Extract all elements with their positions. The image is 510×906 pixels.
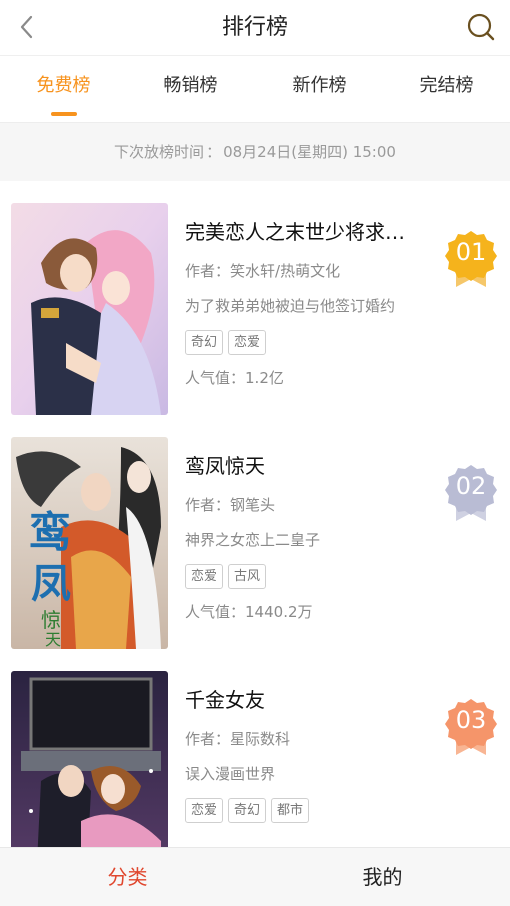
book-title: 鸾凤惊天 (185, 454, 265, 478)
rank-tabs: 免费榜 畅销榜 新作榜 完结榜 (0, 56, 510, 123)
author-label: 作者： (185, 496, 231, 514)
rank-badge: 02 (444, 463, 498, 523)
tab-completed[interactable]: 完结榜 (383, 56, 510, 122)
tab-label: 新作榜 (292, 75, 347, 96)
header-bar: 排行榜 (0, 0, 510, 56)
search-button[interactable] (466, 12, 496, 42)
book-description: 神界之女恋上二皇子 (185, 531, 321, 549)
search-icon (467, 13, 495, 41)
popularity-label: 人气值： (185, 603, 246, 621)
tag-list: 恋爱 古风 (185, 564, 425, 589)
author-name: 星际数科 (230, 730, 291, 748)
author-label: 作者： (185, 730, 231, 748)
next-update-banner: 下次放榜时间： 08月24日(星期四) 15:00 (0, 123, 510, 181)
rank-badge: 03 (444, 697, 498, 757)
popularity-label: 人气值： (185, 369, 246, 387)
book-title: 千金女友 (185, 688, 265, 712)
author-label: 作者： (185, 262, 231, 280)
tag-list: 奇幻 恋爱 (185, 330, 425, 355)
genre-tag: 古风 (228, 564, 267, 589)
svg-text:凤: 凤 (31, 560, 71, 607)
tab-label: 免费榜 (36, 75, 91, 96)
genre-tag: 奇幻 (228, 798, 267, 823)
genre-tag: 恋爱 (185, 564, 224, 589)
tab-label: 畅销榜 (163, 75, 218, 96)
book-description: 误入漫画世界 (185, 765, 276, 783)
popularity-value: 1.2亿 (245, 369, 284, 387)
popularity-line: 人气值：1440.2万 (185, 601, 415, 623)
bottom-nav: 分类 我的 (0, 847, 510, 906)
rank-badge: 01 (444, 229, 498, 289)
genre-tag: 恋爱 (228, 330, 267, 355)
svg-text:惊: 惊 (41, 608, 61, 632)
tab-bestseller[interactable]: 畅销榜 (127, 56, 254, 122)
tab-new[interactable]: 新作榜 (256, 56, 383, 122)
page-title: 排行榜 (221, 15, 288, 40)
list-item[interactable]: 鸾 凤 惊 天 鸾凤惊天 作者：钢笔头 神界之女恋上二皇子 恋爱 古风 人气值：1… (0, 416, 510, 650)
next-update-label: 下次放榜时间 (114, 143, 205, 161)
nav-mine[interactable]: 我的 (255, 848, 510, 906)
author-name: 笑水轩/热萌文化 (230, 262, 341, 280)
genre-tag: 都市 (271, 798, 310, 823)
cover-image (11, 203, 168, 415)
tab-free[interactable]: 免费榜 (0, 56, 127, 122)
next-update-time: 08月24日(星期四) 15:00 (223, 143, 396, 161)
rank-number: 02 (455, 472, 487, 500)
popularity-value: 1440.2万 (245, 603, 313, 621)
genre-tag: 恋爱 (185, 798, 224, 823)
genre-tag: 奇幻 (185, 330, 224, 355)
popularity-line: 人气值：1.2亿 (185, 367, 415, 389)
rank-number: 03 (455, 706, 487, 734)
cover-image: 鸾 凤 惊 天 (11, 437, 168, 649)
tag-list: 恋爱 奇幻 都市 (185, 798, 425, 823)
svg-text:鸾: 鸾 (29, 508, 71, 557)
author-name: 钢笔头 (230, 496, 276, 514)
author-line: 作者：星际数科 (185, 728, 415, 750)
tab-label: 完结榜 (419, 75, 474, 96)
book-description: 为了救弟弟她被迫与他签订婚约 (185, 297, 396, 315)
list-item[interactable]: 完美恋人之末世少将求婚记 作者：笑水轩/热萌文化 为了救弟弟她被迫与他签订婚约 … (0, 182, 510, 416)
author-line: 作者：钢笔头 (185, 494, 415, 516)
nav-category[interactable]: 分类 (0, 848, 255, 906)
active-tab-indicator (50, 112, 77, 116)
rank-number: 01 (455, 238, 487, 266)
book-title: 完美恋人之末世少将求婚记 (185, 220, 415, 244)
svg-text:天: 天 (45, 630, 61, 649)
author-line: 作者：笑水轩/热萌文化 (185, 260, 415, 282)
